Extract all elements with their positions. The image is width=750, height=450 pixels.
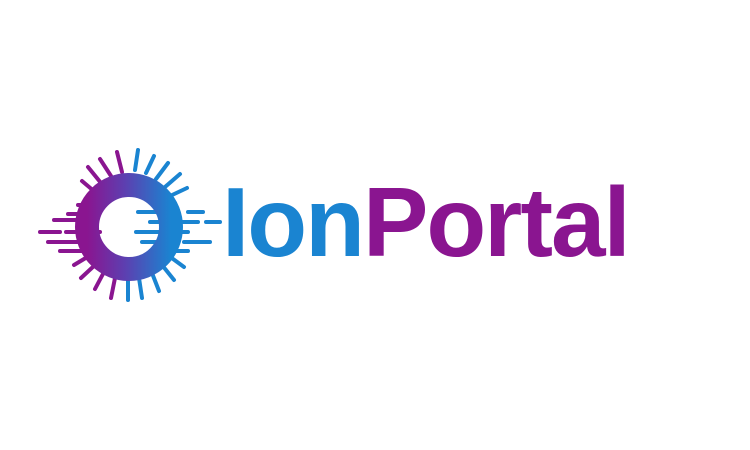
logo-canvas: IonPortal xyxy=(0,0,750,450)
brand-wordmark: IonPortal xyxy=(222,166,631,278)
ion-ring-icon xyxy=(38,148,222,302)
brand-name-ion: Ion xyxy=(222,167,365,277)
brand-name-portal: Portal xyxy=(362,167,631,277)
